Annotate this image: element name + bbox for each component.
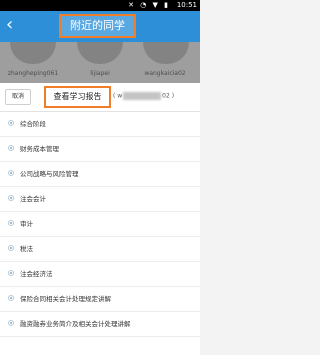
title-bar: ‹ 附近的同学 (0, 11, 200, 42)
report-user-id: ( w 02 ) (113, 92, 174, 100)
report-user-suffix: 02 ) (162, 92, 175, 100)
bullet-icon (8, 145, 14, 151)
list-item[interactable]: 财务成本管理 (0, 137, 200, 162)
bullet-icon (8, 245, 14, 251)
status-bar: ✕ ◔ ▼ ▮ 10:51 (0, 0, 200, 11)
report-user-prefix: ( w (113, 92, 123, 100)
course-picker-sheet: 取消 查看学习报告 ( w 02 ) 综合阶段 财务成本管理 公司战略与风险管理 … (0, 83, 200, 355)
bullet-icon (8, 220, 14, 226)
status-icons: ✕ ◔ ▼ ▮ (128, 1, 170, 9)
bullet-icon (8, 320, 14, 326)
sheet-toolbar: 取消 查看学习报告 ( w 02 ) (0, 83, 200, 112)
status-time: 10:51 (176, 1, 197, 9)
list-item[interactable]: 保险合同相关会计处理规定讲解 (0, 287, 200, 312)
list-item[interactable]: 税法 (0, 237, 200, 262)
back-icon[interactable]: ‹ (6, 15, 13, 35)
list-item[interactable]: 融资融券业务简介及相关会计处理讲解 (0, 312, 200, 337)
list-item[interactable]: 注会会计 (0, 187, 200, 212)
bullet-icon (8, 120, 14, 126)
list-item[interactable]: 综合阶段 (0, 112, 200, 137)
view-report-button[interactable]: 查看学习报告 (44, 86, 111, 108)
cancel-button[interactable]: 取消 (5, 89, 31, 105)
course-list: 综合阶段 财务成本管理 公司战略与风险管理 注会会计 审计 税法 注会经济法 保… (0, 112, 200, 337)
bullet-icon (8, 295, 14, 301)
list-item[interactable]: 审计 (0, 212, 200, 237)
list-item[interactable]: 公司战略与风险管理 (0, 162, 200, 187)
redacted-block (123, 92, 162, 100)
bullet-icon (8, 270, 14, 276)
page-title: 附近的同学 (59, 14, 136, 38)
bullet-icon (8, 195, 14, 201)
bullet-icon (8, 170, 14, 176)
list-item[interactable]: 注会经济法 (0, 262, 200, 287)
